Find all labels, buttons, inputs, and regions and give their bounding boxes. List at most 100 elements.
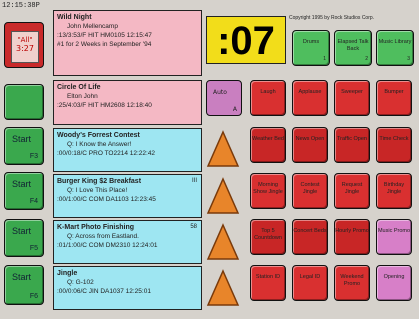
cart-button-drums[interactable]: Drums 1 xyxy=(292,30,330,66)
cart-button[interactable]: Sweeper xyxy=(334,80,370,116)
start-label: Start xyxy=(12,226,32,236)
cart-index: III xyxy=(191,178,197,184)
cart-button-music-library[interactable]: Music Library 3 xyxy=(376,30,414,66)
cart-title: K-Mart Photo Finishing xyxy=(57,224,134,231)
play-triangle-icon[interactable] xyxy=(206,269,240,307)
cart-button[interactable]: Applause xyxy=(292,80,328,116)
start-key: F3 xyxy=(29,153,38,160)
start-button-f6[interactable]: Start F6 xyxy=(4,265,44,305)
cart-line1: John Mellencamp xyxy=(67,23,118,30)
all-button[interactable]: "All" 3:27 xyxy=(4,22,44,68)
cart-button[interactable]: Weather Bed xyxy=(250,127,286,163)
cart-entry[interactable]: Woody's Forrest Contest Q: I Know the An… xyxy=(53,128,202,172)
cart-button-label: Music Library xyxy=(378,39,412,45)
start-key: F6 xyxy=(29,293,38,300)
start-label: Start xyxy=(12,179,32,189)
cart-button-label: Laugh xyxy=(260,89,276,95)
cart-button-label: Bumper xyxy=(384,89,404,95)
cart-line2: :01/1:00/C COM DM2310 12:24:01 xyxy=(57,242,158,249)
cart-button[interactable]: Top 5 Countdown xyxy=(250,219,286,255)
cart-button-label: Traffic Open xyxy=(337,136,367,142)
start-label: Start xyxy=(12,134,32,144)
cart-button[interactable]: Bumper xyxy=(376,80,412,116)
start-button-f5[interactable]: Start F5 xyxy=(4,219,44,257)
all-button-time: 3:27 xyxy=(16,44,34,53)
cart-button-label: Weather Bed xyxy=(251,136,284,142)
cart-button[interactable]: Contest Jingle xyxy=(292,173,328,209)
cart-button[interactable]: Time Check xyxy=(376,127,412,163)
cart-line1: Q: G-102 xyxy=(67,279,94,286)
play-triangle-icon[interactable] xyxy=(206,130,240,168)
start-button-f4[interactable]: Start F4 xyxy=(4,172,44,210)
cart-index: 58 xyxy=(190,224,197,230)
cart-button-label: Request Jingle xyxy=(341,182,363,195)
cart-entry[interactable]: Jingle Q: G-102 :00/0:06/C JIN DA1037 12… xyxy=(53,266,202,310)
auto-label: Auto xyxy=(213,89,227,96)
cart-button-talkback[interactable]: Elapsed Talk Back 2 xyxy=(334,30,372,66)
cart-line1: Elton John xyxy=(67,93,98,100)
cart-button-key: 3 xyxy=(407,56,410,62)
cart-button-label: Time Check xyxy=(379,136,409,142)
cart-button-key: 2 xyxy=(365,56,368,62)
cart-button[interactable]: Weekend Promo xyxy=(334,265,370,301)
cart-entry[interactable]: Wild Night John Mellencamp :13/3:53/F HI… xyxy=(53,10,202,76)
cart-button[interactable]: Birthday Jingle xyxy=(376,173,412,209)
cart-title: Woody's Forrest Contest xyxy=(57,132,140,139)
cart-line2: :13/3:53/F HIT HM0105 12:15:47 xyxy=(57,32,152,39)
start-button-f3[interactable]: Start F3 xyxy=(4,127,44,165)
cart-button[interactable]: News Open xyxy=(292,127,328,163)
cart-button-key: 1 xyxy=(323,56,326,62)
cart-button-label: Legal ID xyxy=(299,274,321,280)
cart-button-label: Weekend Promo xyxy=(340,274,364,287)
cart-button[interactable]: Opening xyxy=(376,265,412,301)
cart-button[interactable]: Traffic Open xyxy=(334,127,370,163)
auto-key: A xyxy=(232,106,237,113)
countdown-timer: :07 xyxy=(206,16,286,64)
cart-button[interactable]: Music Promo xyxy=(376,219,412,255)
clock-display: 12:15:38P xyxy=(2,2,40,10)
cart-line2: :00/0:18/C PRO TO2214 12:22:42 xyxy=(57,150,156,157)
cart-line1: Q: I Know the Answer! xyxy=(67,141,132,148)
auto-button[interactable]: Auto A xyxy=(206,80,242,116)
cart-button-label: Birthday Jingle xyxy=(383,182,405,195)
cart-title: Burger King $2 Breakfast xyxy=(57,178,142,185)
cart-line2: :00/0:06/C JIN DA1037 12:25:01 xyxy=(57,288,151,295)
cart-button[interactable]: Station ID xyxy=(250,265,286,301)
cart-button[interactable]: Concert Beds xyxy=(292,219,328,255)
cart-button-label: Applause xyxy=(298,89,322,95)
cart-button-label: Music Promo xyxy=(377,228,411,234)
play-triangle-icon[interactable] xyxy=(206,177,240,215)
cart-entry[interactable]: Circle Of Life Elton John :25/4:03/F HIT… xyxy=(53,80,202,125)
cart-button-label: News Open xyxy=(295,136,325,142)
all-button-label: "All" xyxy=(17,36,33,44)
copyright-text: Copyright 1995 by Rock Studios Corp. xyxy=(289,15,375,21)
cart-entry[interactable]: 58 K-Mart Photo Finishing Q: Across from… xyxy=(53,220,202,264)
cart-button-label: Elapsed Talk Back xyxy=(337,39,369,52)
cart-title: Wild Night xyxy=(57,14,92,21)
cart-line2: :25/4:03/F HIT HM2608 12:18:40 xyxy=(57,102,152,109)
cart-line2: :00/1:00/C COM DA1103 12:23:45 xyxy=(57,196,156,203)
cart-button-label: Hourly Promo xyxy=(335,228,369,234)
start-key: F4 xyxy=(29,198,38,205)
all-button-face: "All" 3:27 xyxy=(11,31,39,63)
cart-entry[interactable]: III Burger King $2 Breakfast Q: I Love T… xyxy=(53,174,202,218)
cart-button[interactable]: Laugh xyxy=(250,80,286,116)
cart-button[interactable]: Morning Show Jingle xyxy=(250,173,286,209)
cart-line1: Q: Across from Eastland. xyxy=(67,233,139,240)
left-button-blank[interactable] xyxy=(4,84,44,120)
cart-button-label: Sweeper xyxy=(341,89,363,95)
cart-button-label: Top 5 Countdown xyxy=(254,228,282,241)
cart-title: Jingle xyxy=(57,270,78,277)
cart-line3: #1 for 2 Weeks in September '94 xyxy=(57,41,152,48)
play-triangle-icon[interactable] xyxy=(206,223,240,261)
cart-button-label: Morning Show Jingle xyxy=(253,182,283,195)
start-key: F5 xyxy=(29,245,38,252)
cart-button-label: Contest Jingle xyxy=(300,182,320,195)
cart-title: Circle Of Life xyxy=(57,84,101,91)
start-label: Start xyxy=(12,272,32,282)
cart-button-label: Station ID xyxy=(255,274,281,280)
cart-button[interactable]: Hourly Promo xyxy=(334,219,370,255)
cart-button-label: Drums xyxy=(302,39,320,45)
cart-button[interactable]: Legal ID xyxy=(292,265,328,301)
cart-button[interactable]: Request Jingle xyxy=(334,173,370,209)
